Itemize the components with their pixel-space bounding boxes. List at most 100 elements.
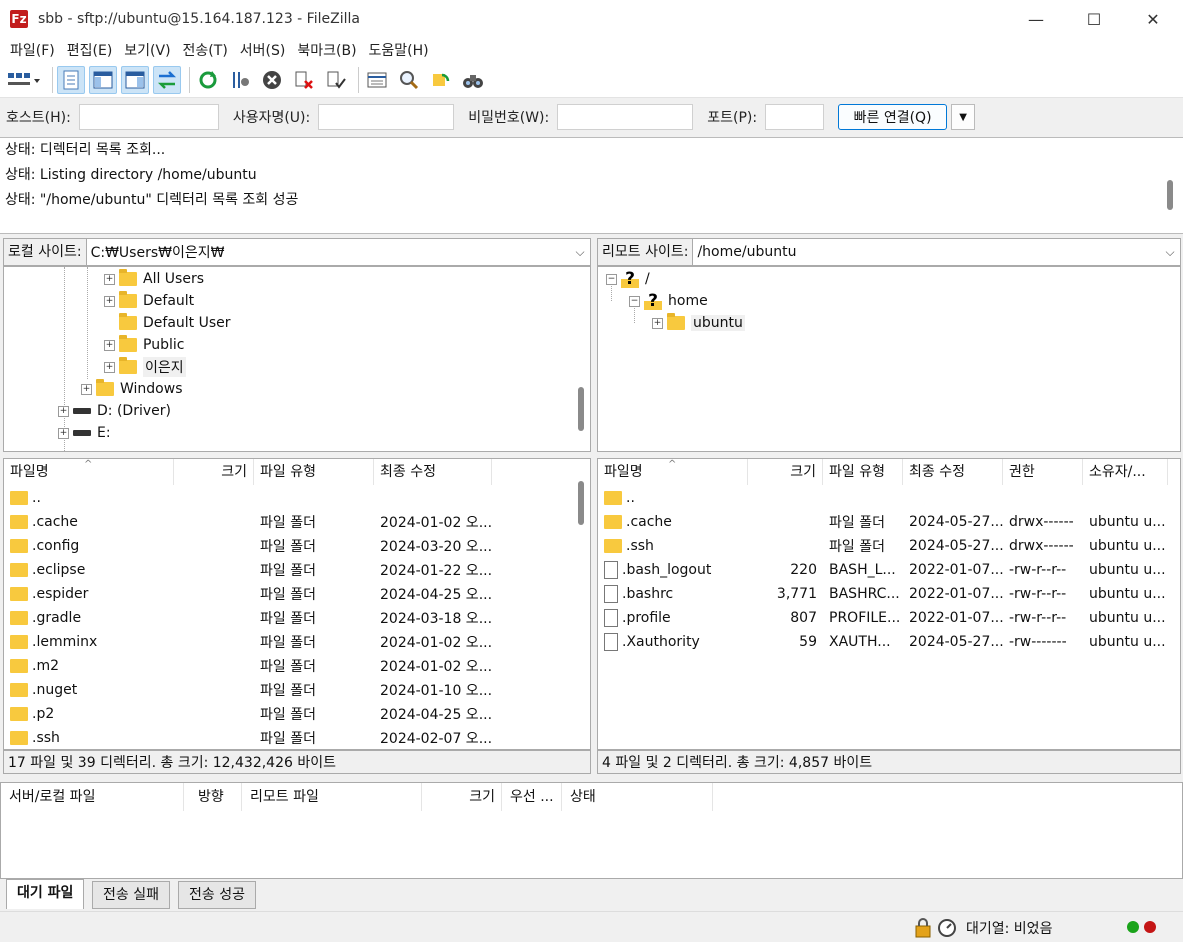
tree-node[interactable]: + Windows [81,378,183,400]
expand-icon[interactable]: + [104,339,115,351]
remote-directory-tree[interactable]: −? / −? home + ubuntu [597,266,1181,452]
expand-icon[interactable]: + [58,427,69,439]
tree-node[interactable]: −? / [606,268,650,290]
table-row[interactable]: .config 파일 폴더 2024-03-20 오... [4,534,590,558]
collapse-icon[interactable]: − [629,295,640,307]
site-manager-icon[interactable] [4,66,44,94]
table-row[interactable]: .Xauthority 59 XAUTH... 2024-05-27... -rw---… [598,630,1180,654]
expand-icon[interactable]: + [652,317,663,329]
toggle-local-tree-icon[interactable] [89,65,117,94]
transfer-queue[interactable]: 서버/로컬 파일 방향 리모트 파일 크기 우선 ... 상태 [0,782,1183,879]
column-size[interactable]: 크기 [748,459,823,485]
remote-path-input[interactable]: /home/ubuntu [693,244,1160,260]
table-row[interactable]: .nuget 파일 폴더 2024-01-10 오... [4,678,590,702]
tree-node[interactable]: + D: (Driver) [58,400,171,422]
expand-icon[interactable]: + [81,383,92,395]
quickconnect-button[interactable]: 빠른 연결(Q) [838,104,948,130]
local-file-list[interactable]: 파일명 크기 파일 유형 최종 수정 ^ .. .cache 파일 폴더 2024-0… [3,458,591,750]
table-row[interactable]: .espider 파일 폴더 2024-04-25 오... [4,582,590,606]
menu-help[interactable]: 도움말(H) [363,40,435,60]
chevron-down-icon[interactable]: ⌵ [570,245,590,260]
toggle-remote-tree-icon[interactable] [121,65,149,94]
table-row[interactable]: .ssh 파일 폴더 2024-05-27... drwx------ ubuntu u… [598,534,1180,558]
table-row[interactable]: .p2 파일 폴더 2024-04-25 오... [4,702,590,726]
disconnect-icon[interactable] [290,66,318,94]
tree-node[interactable]: + E: [58,422,111,444]
menu-bookmarks[interactable]: 북마크(B) [291,40,362,60]
tree-node-selected[interactable]: + 이은지 [104,356,186,378]
tree-node[interactable]: + Public [104,334,184,356]
collapse-icon[interactable]: − [606,273,617,285]
port-input[interactable] [765,104,825,130]
log-scrollbar[interactable] [1167,180,1173,210]
table-row[interactable]: .bash_logout 220 BASH_L... 2022-01-07... -rw… [598,558,1180,582]
queue-column-direction[interactable]: 방향 [184,783,242,811]
table-row[interactable]: .profile 807 PROFILE... 2022-01-07... -rw-r-… [598,606,1180,630]
toggle-filename-filters-icon[interactable] [395,66,423,94]
local-file-list-scrollbar[interactable] [578,481,584,525]
column-filetype[interactable]: 파일 유형 [254,459,374,485]
toggle-log-icon[interactable] [57,65,85,94]
local-tree-scrollbar[interactable] [578,387,584,431]
speed-limit-icon[interactable] [937,918,957,942]
queue-column-priority[interactable]: 우선 ... [502,783,562,811]
maximize-button[interactable]: ☐ [1065,0,1123,38]
expand-icon[interactable]: + [104,273,115,285]
table-row[interactable]: .. [598,486,1180,510]
table-row[interactable]: .gradle 파일 폴더 2024-03-18 오... [4,606,590,630]
table-row[interactable]: .cache 파일 폴더 2024-05-27... drwx------ ubuntu… [598,510,1180,534]
table-row[interactable]: .eclipse 파일 폴더 2024-01-22 오... [4,558,590,582]
tab-queued-files[interactable]: 대기 파일 [6,879,85,909]
host-input[interactable] [78,104,219,130]
table-row[interactable]: .bashrc 3,771 BASHRC... 2022-01-07... -rw-r-… [598,582,1180,606]
lock-icon[interactable] [914,918,932,942]
menu-file[interactable]: 파일(F) [4,40,61,60]
queue-column-status[interactable]: 상태 [562,783,713,811]
toggle-transfer-queue-icon[interactable] [153,65,181,94]
tree-node[interactable]: + Default [104,290,194,312]
tab-successful-transfers[interactable]: 전송 성공 [178,881,256,909]
column-permissions[interactable]: 권한 [1003,459,1083,485]
column-size[interactable]: 크기 [174,459,254,485]
remote-file-list[interactable]: 파일명 크기 파일 유형 최종 수정 권한 소유자/... ^ .. .cache… [597,458,1181,750]
directory-listing-filters-icon[interactable] [363,66,391,94]
chevron-down-icon[interactable]: ⌵ [1160,245,1180,260]
queue-column-size[interactable]: 크기 [422,783,502,811]
table-row[interactable]: .cache 파일 폴더 2024-01-02 오... [4,510,590,534]
tree-node[interactable]: Default User [119,312,231,334]
queue-column-remote-file[interactable]: 리모트 파일 [242,783,422,811]
column-last-modified[interactable]: 최종 수정 [903,459,1003,485]
tree-node[interactable]: + All Users [104,268,204,290]
table-row[interactable]: .. [4,486,590,510]
username-input[interactable] [318,104,455,130]
quickconnect-history-dropdown[interactable]: ▼ [951,104,976,130]
synchronized-browsing-icon[interactable] [427,66,455,94]
table-row[interactable]: .m2 파일 폴더 2024-01-02 오... [4,654,590,678]
refresh-icon[interactable] [194,66,222,94]
table-row[interactable]: .lemminx 파일 폴더 2024-01-02 오... [4,630,590,654]
queue-column-local-file[interactable]: 서버/로컬 파일 [1,783,184,811]
local-path-input[interactable]: C:₩Users₩이은지₩ [87,242,570,262]
menu-transfer[interactable]: 전송(T) [177,40,234,60]
tree-node[interactable]: −? home [629,290,708,312]
minimize-button[interactable]: — [1007,0,1065,38]
close-button[interactable]: ✕ [1124,0,1182,38]
local-directory-tree[interactable]: + All Users + Default Default User + Public… [3,266,591,452]
tree-node-selected[interactable]: + ubuntu [652,312,745,334]
expand-icon[interactable]: + [104,295,115,307]
expand-icon[interactable]: + [104,361,115,373]
menu-view[interactable]: 보기(V) [118,40,176,60]
expand-icon[interactable]: + [58,405,69,417]
password-input[interactable] [557,104,694,130]
menu-edit[interactable]: 편집(E) [61,40,119,60]
tab-failed-transfers[interactable]: 전송 실패 [92,881,170,909]
table-row[interactable]: .ssh 파일 폴더 2024-02-07 오... [4,726,590,749]
column-last-modified[interactable]: 최종 수정 [374,459,492,485]
cancel-operation-icon[interactable] [258,66,286,94]
reconnect-icon[interactable] [322,66,350,94]
message-log[interactable]: 상태: 디렉터리 목록 조회... 상태: Listing directory … [0,137,1183,234]
column-filetype[interactable]: 파일 유형 [823,459,903,485]
menu-server[interactable]: 서버(S) [234,40,292,60]
process-queue-icon[interactable] [226,66,254,94]
search-remote-files-icon[interactable] [459,66,487,94]
